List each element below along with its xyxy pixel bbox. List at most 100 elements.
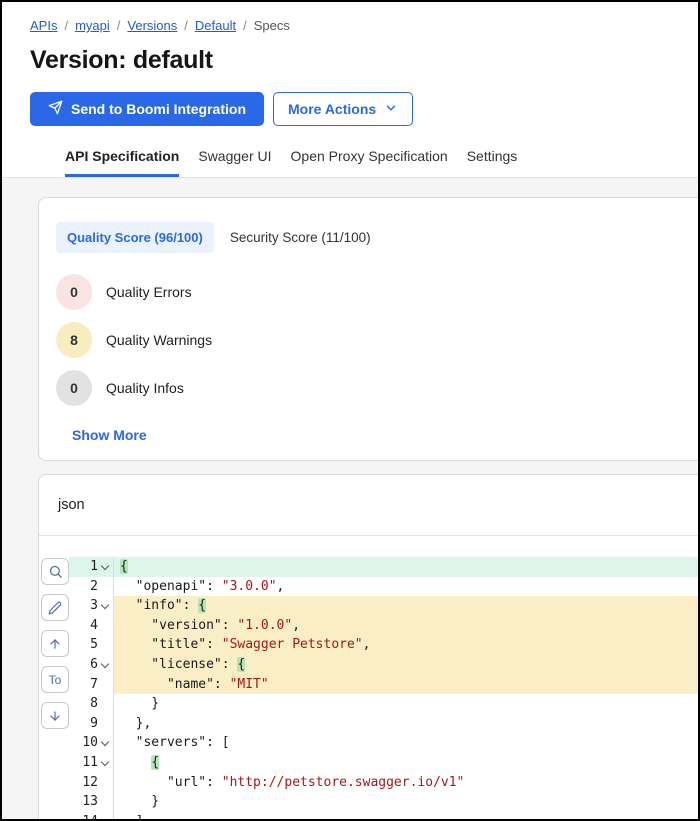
- line-gutter: 5: [69, 635, 114, 655]
- fold-toggle-icon[interactable]: [98, 753, 113, 773]
- token-bracket: {: [120, 559, 128, 574]
- spec-editor-card: json To 1{: [38, 474, 698, 821]
- breadcrumb-separator: /: [184, 18, 188, 33]
- page-title: Version: default: [30, 46, 698, 75]
- line-gutter: 9: [69, 714, 114, 734]
- token-plain: [120, 755, 151, 770]
- code-content: "license": {: [114, 655, 698, 675]
- code-content: "version": "1.0.0",: [114, 616, 698, 636]
- line-number: 6: [90, 655, 98, 675]
- fold-spacer: [98, 694, 113, 714]
- code-content: "info": {: [114, 596, 698, 616]
- code-line: 2 "openapi": "3.0.0",: [69, 577, 698, 597]
- code-content: },: [114, 714, 698, 734]
- line-gutter: 6: [69, 655, 114, 675]
- breadcrumb-item-myapi[interactable]: myapi: [75, 18, 110, 33]
- arrow-down-icon[interactable]: [41, 702, 69, 729]
- token-bracket: {: [198, 598, 206, 613]
- score-tabs: Quality Score (96/100) Security Score (1…: [56, 222, 698, 253]
- token-plain: "servers": [: [120, 735, 230, 750]
- line-gutter: 4: [69, 616, 114, 636]
- go-to-line-button[interactable]: To: [41, 666, 69, 693]
- token-plain: "version":: [120, 618, 237, 633]
- tab-open-proxy-specification[interactable]: Open Proxy Specification: [291, 148, 448, 177]
- chevron-down-icon: [101, 738, 109, 746]
- fold-spacer: [98, 714, 113, 734]
- token-bracket: {: [237, 657, 245, 672]
- quality-score-card: Quality Score (96/100) Security Score (1…: [38, 197, 698, 461]
- quality-stats: 0 Quality Errors 8Quality Warnings 0Quality…: [56, 274, 698, 406]
- stat-count-badge: 0: [56, 274, 92, 310]
- line-gutter: 3: [69, 596, 114, 616]
- token-plain: },: [120, 716, 151, 731]
- quality-score-pill[interactable]: Quality Score (96/100): [56, 222, 214, 253]
- chevron-down-icon: [101, 601, 109, 609]
- line-gutter: 10: [69, 733, 114, 753]
- search-icon[interactable]: [41, 558, 69, 585]
- code-line: 14 ]: [69, 812, 698, 821]
- line-number: 2: [90, 577, 98, 597]
- line-gutter: 12: [69, 773, 114, 793]
- fold-spacer: [98, 792, 113, 812]
- code-lines[interactable]: 1{2 "openapi": "3.0.0",3 "info": {4 "ver…: [69, 557, 698, 821]
- fold-spacer: [98, 616, 113, 636]
- send-to-boomi-integration-button[interactable]: Send to Boomi Integration: [30, 92, 264, 126]
- breadcrumb-separator: /: [64, 18, 68, 33]
- fold-toggle-icon[interactable]: [98, 733, 113, 753]
- breadcrumb-item-specs: Specs: [254, 18, 290, 33]
- editor-toolbar: To: [41, 558, 69, 729]
- line-number: 13: [82, 792, 98, 812]
- line-gutter: 14: [69, 812, 114, 821]
- token-bracket: {: [151, 755, 159, 770]
- code-line: 7 "name": "MIT": [69, 675, 698, 695]
- page-header: APIs/myapi/Versions/Default/Specs Versio…: [2, 2, 698, 177]
- token-plain: ]: [120, 814, 143, 821]
- fold-spacer: [98, 773, 113, 793]
- token-string: "MIT": [230, 677, 269, 692]
- breadcrumb-item-versions[interactable]: Versions: [127, 18, 177, 33]
- breadcrumb-separator: /: [117, 18, 121, 33]
- line-number: 11: [82, 753, 98, 773]
- token-string: "http://petstore.swagger.io/v1": [222, 775, 465, 790]
- line-number: 5: [90, 635, 98, 655]
- tab-settings[interactable]: Settings: [467, 148, 518, 177]
- code-content: }: [114, 792, 698, 812]
- code-content: "servers": [: [114, 733, 698, 753]
- code-line: 8 }: [69, 694, 698, 714]
- token-plain: "name":: [120, 677, 230, 692]
- fold-toggle-icon[interactable]: [98, 655, 113, 675]
- arrow-up-icon[interactable]: [41, 630, 69, 657]
- line-gutter: 1: [69, 557, 114, 577]
- stat-label: Quality Errors: [106, 284, 192, 300]
- token-plain: ,: [277, 579, 285, 594]
- more-actions-button[interactable]: More Actions: [273, 92, 413, 126]
- code-line: 11 {: [69, 753, 698, 773]
- line-gutter: 8: [69, 694, 114, 714]
- fold-toggle-icon[interactable]: [98, 596, 113, 616]
- stat-row: 8Quality Warnings: [56, 322, 698, 358]
- editor-header: json: [39, 475, 698, 536]
- breadcrumb-item-apis[interactable]: APIs: [30, 18, 57, 33]
- fold-spacer: [98, 577, 113, 597]
- fold-toggle-icon[interactable]: [98, 557, 113, 577]
- stat-count-badge: 0: [56, 370, 92, 406]
- token-plain: "openapi":: [120, 579, 222, 594]
- code-line: 3 "info": {: [69, 596, 698, 616]
- code-content: {: [114, 753, 698, 773]
- code-line: 1{: [69, 557, 698, 577]
- security-score-tab[interactable]: Security Score (11/100): [230, 230, 371, 245]
- breadcrumb-item-default[interactable]: Default: [195, 18, 236, 33]
- line-number: 8: [90, 694, 98, 714]
- fold-spacer: [98, 635, 113, 655]
- stat-row: 0Quality Infos: [56, 370, 698, 406]
- code-line: 10 "servers": [: [69, 733, 698, 753]
- line-number: 7: [90, 675, 98, 695]
- code-line: 13 }: [69, 792, 698, 812]
- token-plain: ,: [292, 618, 300, 633]
- show-more-link[interactable]: Show More: [72, 427, 147, 443]
- tab-api-specification[interactable]: API Specification: [65, 148, 179, 177]
- token-plain: "title":: [120, 637, 222, 652]
- tab-swagger-ui[interactable]: Swagger UI: [198, 148, 271, 177]
- more-actions-label: More Actions: [288, 101, 376, 117]
- pencil-icon[interactable]: [41, 594, 69, 621]
